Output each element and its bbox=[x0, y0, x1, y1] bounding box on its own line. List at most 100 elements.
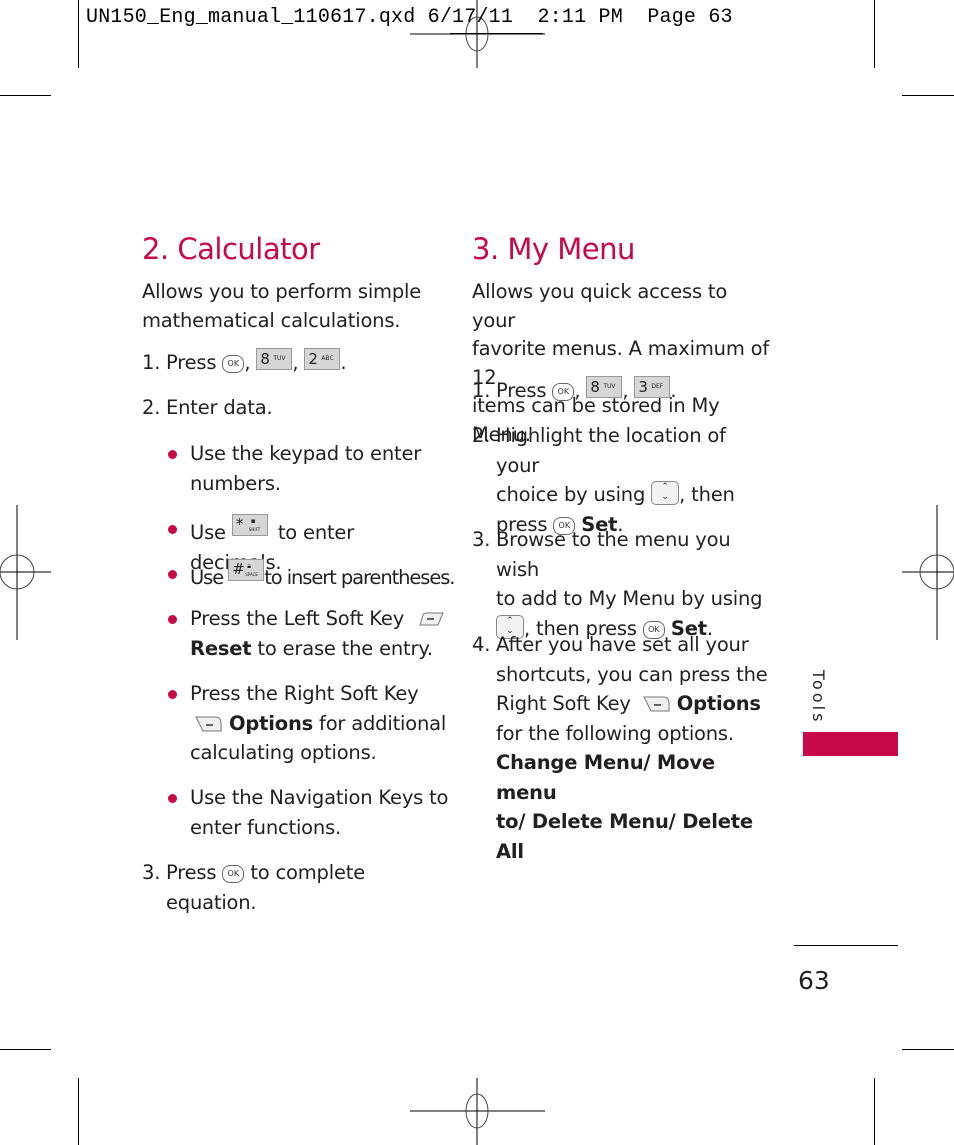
star-shift-key-icon: * ▪ SHIFT bbox=[231, 514, 268, 536]
bullet-dot bbox=[168, 615, 177, 624]
options-list: to/ Delete Menu/ Delete All bbox=[496, 810, 753, 863]
calculator-step-2: 2. Enter data. bbox=[142, 393, 273, 423]
step-text: Highlight the location of your bbox=[496, 424, 726, 477]
crop-mark bbox=[0, 1049, 51, 1050]
key-symbol: # bbox=[232, 560, 245, 578]
crop-mark bbox=[874, 1078, 875, 1145]
bullet-line: enter functions. bbox=[190, 815, 342, 839]
pound-space-key-icon: # 🔒︎ SPACE bbox=[228, 559, 265, 581]
bullet-text: Use bbox=[190, 521, 226, 544]
bold-term: Reset bbox=[190, 636, 252, 660]
step-text: Enter data. bbox=[166, 396, 273, 419]
mymenu-heading: 3. My Menu bbox=[472, 232, 635, 266]
step-number: 2. bbox=[142, 396, 161, 419]
bullet-text: for additional bbox=[319, 711, 447, 735]
calculator-step-3: 3. Press OK to complete equation. bbox=[142, 858, 442, 917]
right-soft-key-icon bbox=[195, 716, 222, 731]
slug-time: 2:11 PM bbox=[537, 6, 623, 29]
bullet-text: Press the Right Soft Key bbox=[190, 682, 419, 705]
step-number: 3. bbox=[142, 861, 161, 884]
key-letters: DEF bbox=[651, 383, 664, 390]
options-list: Change Menu/ Move menu bbox=[496, 751, 715, 804]
left-soft-key-icon bbox=[419, 612, 444, 626]
key-digit: 2 bbox=[308, 350, 318, 368]
ok-key-icon: OK bbox=[552, 383, 575, 401]
section-tab-label: Tools bbox=[809, 670, 828, 725]
slug-page: Page 63 bbox=[647, 6, 733, 29]
bullet-item: Use the Navigation Keys to enter functio… bbox=[168, 783, 450, 842]
step-number: 4. bbox=[472, 633, 491, 656]
bold-term: Options bbox=[229, 711, 314, 735]
mymenu-step-2: 2. Highlight the location of your choice… bbox=[472, 421, 772, 539]
key-digit: 8 bbox=[260, 350, 270, 368]
crop-mark bbox=[78, 1078, 79, 1145]
mymenu-step-3: 3. Browse to the menu you wish to add to… bbox=[472, 525, 772, 643]
step-text: to add to My Menu by using bbox=[496, 587, 763, 610]
bullet-item: Press the Left Soft Key Reset to erase t… bbox=[168, 604, 450, 663]
step-text: Press bbox=[496, 379, 547, 402]
calculator-intro: Allows you to perform simple mathematica… bbox=[142, 278, 421, 335]
page-number-rule bbox=[794, 945, 898, 946]
intro-line: mathematical calculations. bbox=[142, 308, 401, 332]
bullet-item: Use the keypad to enter numbers. bbox=[168, 439, 440, 498]
bullet-text: to insert parentheses. bbox=[264, 566, 455, 589]
2-abc-key-icon: 2 ABC bbox=[304, 348, 341, 370]
step-text: to complete bbox=[250, 861, 365, 884]
key-symbol: * bbox=[235, 515, 244, 533]
key-digit: 3 bbox=[638, 378, 648, 396]
bullet-text: calculating options. bbox=[190, 741, 377, 764]
page-number: 63 bbox=[798, 966, 830, 995]
step-text: Right Soft Key bbox=[496, 692, 631, 715]
key-letters: ABC bbox=[321, 355, 334, 362]
8-tuv-key-icon: 8 TUV bbox=[586, 376, 623, 398]
bullet-text: Press the Left Soft Key bbox=[190, 607, 405, 630]
crop-mark bbox=[874, 0, 875, 68]
bold-term: Options bbox=[676, 692, 761, 715]
calculator-step-1: 1. Press OK, 8 TUV, 2 ABC. bbox=[142, 348, 442, 378]
mymenu-step-1: 1. Press OK, 8 TUV, 3 DEF. bbox=[472, 376, 772, 406]
bullet-item: Press the Right Soft Key Options for add… bbox=[168, 679, 450, 768]
step-text: equation. bbox=[166, 890, 257, 914]
step-text: for the following options. bbox=[496, 721, 734, 745]
right-soft-key-icon bbox=[642, 696, 670, 712]
bullet-dot bbox=[168, 450, 177, 459]
step-text: Press bbox=[166, 351, 217, 374]
key-letters: TUV bbox=[273, 355, 286, 362]
key-label: SPACE bbox=[245, 572, 258, 577]
bullet-text: Use bbox=[190, 566, 224, 589]
section-tab-bar bbox=[803, 732, 898, 756]
bullet-line: Use the Navigation Keys to bbox=[190, 786, 449, 809]
crop-mark bbox=[78, 0, 79, 68]
mymenu-step-4: 4. After you have set all your shortcuts… bbox=[472, 630, 772, 866]
step-number: 1. bbox=[472, 379, 491, 402]
step-number: 3. bbox=[472, 528, 491, 551]
step-text: shortcuts, you can press the bbox=[496, 662, 768, 686]
bullet-dot bbox=[168, 525, 177, 534]
key-letters: TUV bbox=[603, 383, 616, 390]
bullet-text: to erase the entry. bbox=[257, 636, 433, 660]
3-def-key-icon: 3 DEF bbox=[634, 376, 671, 398]
key-label: SHIFT bbox=[248, 527, 261, 532]
crop-mark bbox=[902, 95, 954, 96]
bullet-dot bbox=[168, 794, 177, 803]
slug-date: 6/17/11 bbox=[427, 6, 514, 29]
step-text: Press bbox=[166, 861, 217, 884]
step-text: After you have set all your bbox=[496, 633, 749, 656]
calculator-heading: 2. Calculator bbox=[142, 232, 320, 266]
bullet-line: Use the keypad to enter bbox=[190, 442, 422, 465]
step-text: , then bbox=[679, 483, 735, 506]
nav-down-glyph: ⌄ bbox=[661, 492, 669, 502]
registration-mark-left bbox=[0, 505, 51, 640]
ok-key-icon: OK bbox=[222, 865, 245, 883]
crop-mark bbox=[0, 95, 51, 96]
key-glyph: ▪ bbox=[250, 517, 256, 525]
print-slug: UN150_Eng_manual_110617.qxd 6/17/11 2:11… bbox=[86, 6, 733, 29]
step-number: 2. bbox=[472, 424, 491, 447]
lock-glyph: 🔒︎ bbox=[247, 562, 251, 570]
registration-mark-bottom bbox=[410, 1078, 545, 1145]
bullet-item: Use # 🔒︎ SPACE to insert parentheses. bbox=[168, 559, 460, 593]
intro-line: Allows you quick access to your bbox=[472, 280, 728, 332]
bullet-line: numbers. bbox=[190, 471, 281, 495]
bullet-dot bbox=[168, 570, 177, 579]
nav-up-glyph: ⌃ bbox=[661, 482, 669, 492]
